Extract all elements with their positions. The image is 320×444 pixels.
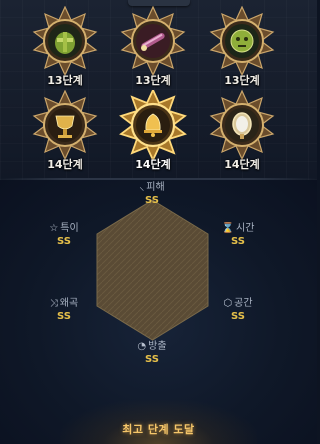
- stat-damage: ⸜ 피해 SS: [122, 178, 182, 206]
- stat-grade: SS: [57, 311, 71, 322]
- shield-icon: ◔: [137, 341, 147, 352]
- stat-label: 피해: [146, 182, 165, 193]
- stat-special: ☆ 특이 SS: [34, 219, 94, 247]
- stat-label: 방출: [148, 341, 167, 352]
- max-level-status: 최고 단계 도달: [122, 423, 195, 436]
- stat-distort: ⤨ 왜곡 SS: [34, 294, 94, 322]
- stats-hexagon-fill: [96, 199, 209, 341]
- star-icon: ☆: [49, 223, 59, 234]
- sword-icon: ⸜: [139, 182, 145, 193]
- stat-label: 특이: [60, 223, 79, 234]
- stat-space: ⬡ 공간 SS: [208, 294, 268, 322]
- stat-label: 공간: [234, 298, 253, 309]
- stat-label: 왜곡: [59, 298, 79, 309]
- cube-icon: ⬡: [223, 298, 233, 309]
- stat-grade: SS: [145, 354, 159, 365]
- stat-grade: SS: [231, 236, 245, 247]
- stat-label: 시간: [236, 223, 255, 234]
- stat-grade: SS: [231, 311, 245, 322]
- stat-grade: SS: [57, 236, 71, 247]
- shuffle-icon: ⤨: [49, 298, 58, 309]
- stat-defense: ◔ 방출 SS: [122, 337, 182, 365]
- hourglass-icon: ⌛: [221, 223, 235, 234]
- stat-grade: SS: [145, 195, 159, 206]
- stat-time: ⌛ 시간 SS: [208, 219, 268, 247]
